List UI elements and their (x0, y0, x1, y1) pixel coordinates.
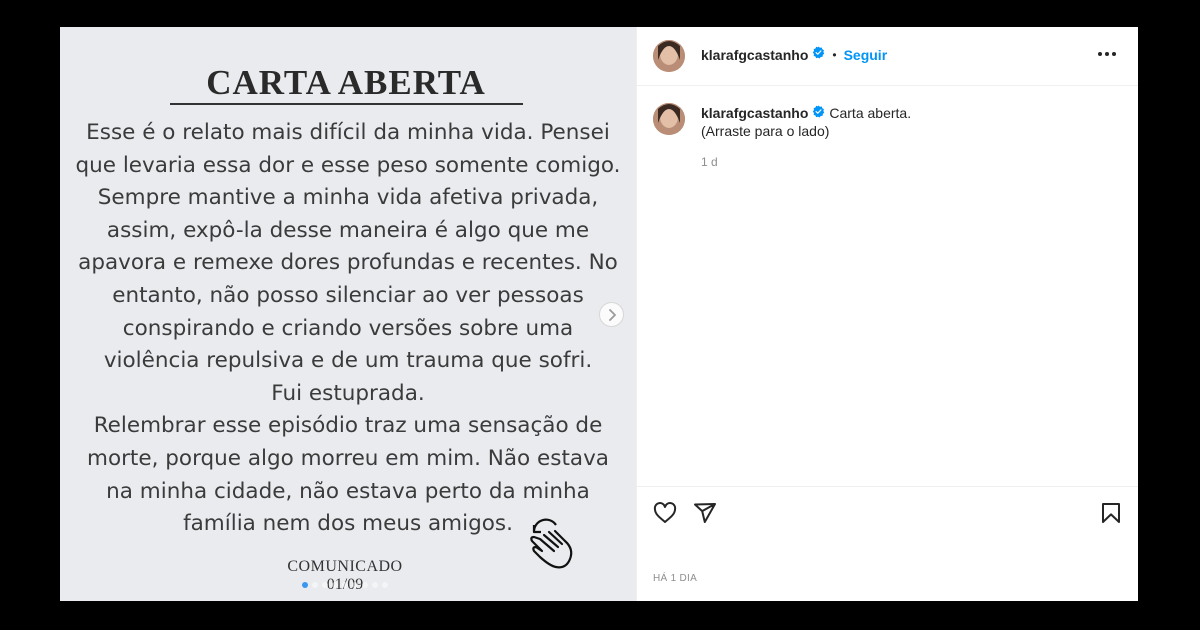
letter-line: entanto, não posso silenciar ao ver pess… (112, 282, 584, 308)
follow-button[interactable]: Seguir (844, 47, 888, 63)
next-slide-button[interactable] (599, 302, 624, 327)
post-date[interactable]: HÁ 1 DIA (653, 573, 697, 584)
post-image[interactable]: CARTA ABERTA Esse é o relato mais difíci… (60, 27, 636, 601)
title-underline (170, 103, 523, 105)
letter-line: Relembrar esse episódio traz uma sensaçã… (93, 413, 603, 439)
letter-line: violência repulsiva e de um trauma que s… (103, 348, 593, 374)
carousel-dot (342, 582, 348, 588)
carousel-dot (372, 582, 378, 588)
letter-line: apavora e remexe dores profundas e recen… (78, 250, 618, 276)
more-options-icon[interactable] (1098, 52, 1116, 56)
time-ago[interactable]: 1 d (701, 155, 718, 169)
carousel-dot (352, 582, 358, 588)
letter-body: Esse é o relato mais difícil da minha vi… (60, 117, 636, 541)
carousel-dot (302, 582, 308, 588)
letter-footer-label: COMUNICADO (287, 558, 403, 575)
post-modal: CARTA ABERTA Esse é o relato mais difíci… (60, 27, 1138, 601)
letter-title: CARTA ABERTA (206, 63, 486, 102)
carousel-dot (382, 582, 388, 588)
caption: klarafgcastanho Carta aberta. (Arraste p… (701, 104, 1111, 140)
send-icon[interactable] (693, 501, 717, 530)
verified-badge-icon (812, 104, 825, 122)
letter-line: morte, porque algo morreu em mim. Não es… (87, 445, 609, 471)
letter-line: que levaria essa dor e esse peso somente… (75, 152, 621, 178)
header-user: klarafgcastanho • Seguir (701, 46, 887, 64)
letter-line: Fui estuprada. (271, 380, 425, 406)
caption-avatar[interactable] (653, 103, 685, 135)
caption-username[interactable]: klarafgcastanho (701, 104, 808, 122)
caption-text-line2: (Arraste para o lado) (701, 123, 830, 139)
post-header: klarafgcastanho • Seguir (637, 27, 1138, 86)
carousel-dots (302, 582, 388, 588)
letter-line: Sempre mantive a minha vida afetiva priv… (97, 185, 599, 211)
avatar[interactable] (653, 40, 685, 72)
letter-line: conspirando e criando versões sobre uma (122, 315, 574, 341)
carousel-dot (322, 582, 328, 588)
actions-bar (637, 486, 1138, 547)
post-sidebar: klarafgcastanho • Seguir klarafgcastanho… (636, 27, 1138, 601)
heart-icon[interactable] (653, 501, 677, 530)
swipe-hand-icon (526, 517, 582, 578)
username[interactable]: klarafgcastanho (701, 47, 808, 63)
letter-line: Esse é o relato mais difícil da minha vi… (86, 120, 610, 145)
separator-bullet: • (832, 48, 837, 62)
bookmark-icon[interactable] (1099, 501, 1123, 530)
letter-line: assim, expô-la desse maneira é algo que … (106, 217, 590, 243)
carousel-dot (362, 582, 368, 588)
verified-badge-icon (812, 46, 825, 64)
chevron-right-icon (608, 308, 616, 321)
letter-line: na minha cidade, não estava perto da min… (106, 478, 590, 504)
carousel-dot (332, 582, 338, 588)
carousel-dot (312, 582, 318, 588)
caption-text: Carta aberta. (829, 105, 912, 121)
